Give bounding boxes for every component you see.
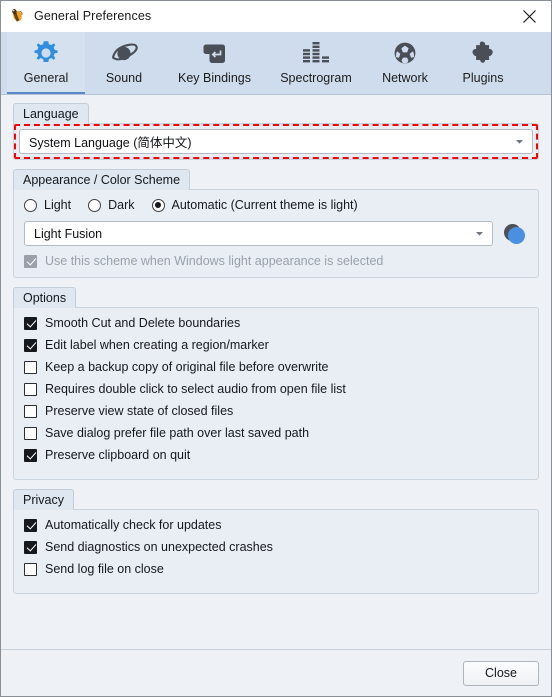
tab-label-network: Network (382, 71, 428, 85)
preferences-window: General Preferences General Sound Key Bi… (0, 0, 552, 697)
privacy-group-body: Automatically check for updates Send dia… (13, 509, 539, 594)
ocenaudio-icon (8, 7, 26, 25)
tab-spectrogram[interactable]: Spectrogram (266, 32, 366, 94)
option-checkbox-smooth-cut[interactable] (24, 316, 37, 330)
options-group-title: Options (13, 287, 77, 308)
option-row-preserve-view-state[interactable]: Preserve view state of closed files (24, 404, 528, 418)
option-row-save-dialog-path[interactable]: Save dialog prefer file path over last s… (24, 426, 528, 440)
use-scheme-checkbox[interactable] (24, 254, 37, 268)
privacy-group-title: Privacy (13, 489, 74, 510)
option-row-edit-label[interactable]: Edit label when creating a region/marker (24, 338, 528, 352)
radio-option-light[interactable]: Light (24, 198, 71, 212)
tab-sound[interactable]: Sound (85, 32, 163, 94)
radio-dark-indicator (88, 198, 102, 212)
option-checkbox-preserve-clipboard[interactable] (24, 448, 37, 462)
option-label-smooth-cut: Smooth Cut and Delete boundaries (45, 316, 241, 330)
privacy-row-send-diagnostics[interactable]: Send diagnostics on unexpected crashes (24, 540, 528, 554)
radio-option-automatic[interactable]: Automatic (Current theme is light) (151, 198, 358, 212)
title-bar: General Preferences (1, 1, 551, 32)
language-group-body: System Language (简体中文) (13, 123, 539, 160)
privacy-row-check-updates[interactable]: Automatically check for updates (24, 518, 528, 532)
appearance-group-body: Light Dark Automatic (Current theme is l… (13, 189, 539, 278)
radio-light-indicator (24, 198, 37, 212)
privacy-checkbox-send-log[interactable] (24, 562, 37, 576)
radio-dark-label: Dark (108, 198, 135, 212)
privacy-group: Privacy Automatically check for updates … (13, 489, 539, 594)
option-row-backup-copy[interactable]: Keep a backup copy of original file befo… (24, 360, 528, 374)
privacy-label-check-updates: Automatically check for updates (45, 518, 222, 532)
option-row-smooth-cut[interactable]: Smooth Cut and Delete boundaries (24, 316, 528, 330)
color-dot-front-icon (508, 226, 525, 244)
language-select-value: System Language (简体中文) (29, 136, 192, 150)
radio-automatic-label: Automatic (Current theme is light) (171, 198, 358, 212)
theme-radio-row: Light Dark Automatic (Current theme is l… (24, 198, 528, 212)
privacy-label-send-diagnostics: Send diagnostics on unexpected crashes (45, 540, 273, 554)
gear-icon (29, 37, 63, 69)
tab-bar: General Sound Key Bindings Spectrogram N… (1, 32, 551, 95)
options-group-body: Smooth Cut and Delete boundaries Edit la… (13, 307, 539, 480)
color-preview-swatch[interactable] (502, 223, 528, 245)
option-label-edit-label: Edit label when creating a region/marker (45, 338, 269, 352)
tab-general[interactable]: General (7, 32, 85, 94)
tab-plugins[interactable]: Plugins (444, 32, 522, 94)
option-row-preserve-clipboard[interactable]: Preserve clipboard on quit (24, 448, 528, 462)
tab-label-key-bindings: Key Bindings (178, 71, 251, 85)
option-checkbox-double-click[interactable] (24, 382, 37, 396)
privacy-checkbox-send-diagnostics[interactable] (24, 540, 37, 554)
use-scheme-checkbox-row[interactable]: Use this scheme when Windows light appea… (24, 254, 528, 268)
close-icon[interactable] (507, 2, 551, 31)
option-checkbox-save-dialog-path[interactable] (24, 426, 37, 440)
language-group-title: Language (13, 103, 89, 124)
language-select[interactable]: System Language (简体中文) (19, 129, 533, 154)
option-label-preserve-view-state: Preserve view state of closed files (45, 404, 234, 418)
tab-label-spectrogram: Spectrogram (280, 71, 352, 85)
options-group: Options Smooth Cut and Delete boundaries… (13, 287, 539, 480)
option-label-preserve-clipboard: Preserve clipboard on quit (45, 448, 191, 462)
tab-label-sound: Sound (105, 71, 143, 85)
language-highlight-box: System Language (简体中文) (14, 124, 538, 159)
tab-network[interactable]: Network (366, 32, 444, 94)
puzzle-piece-icon (466, 37, 500, 69)
bar-levels-icon (299, 37, 333, 69)
option-label-backup-copy: Keep a backup copy of original file befo… (45, 360, 329, 374)
radio-automatic-indicator (151, 198, 165, 212)
close-button[interactable]: Close (463, 660, 539, 686)
privacy-row-send-log[interactable]: Send log file on close (24, 562, 528, 576)
color-scheme-row: Light Fusion (24, 221, 528, 246)
color-scheme-select[interactable]: Light Fusion (24, 221, 493, 246)
use-scheme-label: Use this scheme when Windows light appea… (45, 254, 384, 268)
tab-key-bindings[interactable]: Key Bindings (163, 32, 266, 94)
appearance-group-title: Appearance / Color Scheme (13, 169, 191, 190)
option-checkbox-preserve-view-state[interactable] (24, 404, 37, 418)
globe-icon (388, 37, 422, 69)
preferences-content: Language System Language (简体中文) Appearan… (1, 95, 551, 649)
dialog-footer: Close (1, 649, 551, 696)
appearance-group: Appearance / Color Scheme Light Dark Aut… (13, 169, 539, 278)
language-group: Language System Language (简体中文) (13, 103, 539, 160)
speaker-icon (107, 37, 141, 69)
window-title: General Preferences (34, 9, 152, 23)
tab-label-general: General (23, 71, 69, 85)
radio-light-label: Light (44, 198, 72, 212)
chevron-down-icon (473, 227, 486, 240)
tab-label-plugins: Plugins (462, 71, 504, 85)
option-checkbox-backup-copy[interactable] (24, 360, 37, 374)
privacy-checkbox-check-updates[interactable] (24, 518, 37, 532)
option-label-save-dialog-path: Save dialog prefer file path over last s… (45, 426, 310, 440)
color-scheme-value: Light Fusion (34, 226, 103, 241)
chevron-down-icon (513, 135, 526, 148)
option-row-double-click[interactable]: Requires double click to select audio fr… (24, 382, 528, 396)
privacy-label-send-log: Send log file on close (45, 562, 164, 576)
enter-key-icon (198, 37, 232, 69)
radio-option-dark[interactable]: Dark (88, 198, 135, 212)
option-label-double-click: Requires double click to select audio fr… (45, 382, 346, 396)
option-checkbox-edit-label[interactable] (24, 338, 37, 352)
